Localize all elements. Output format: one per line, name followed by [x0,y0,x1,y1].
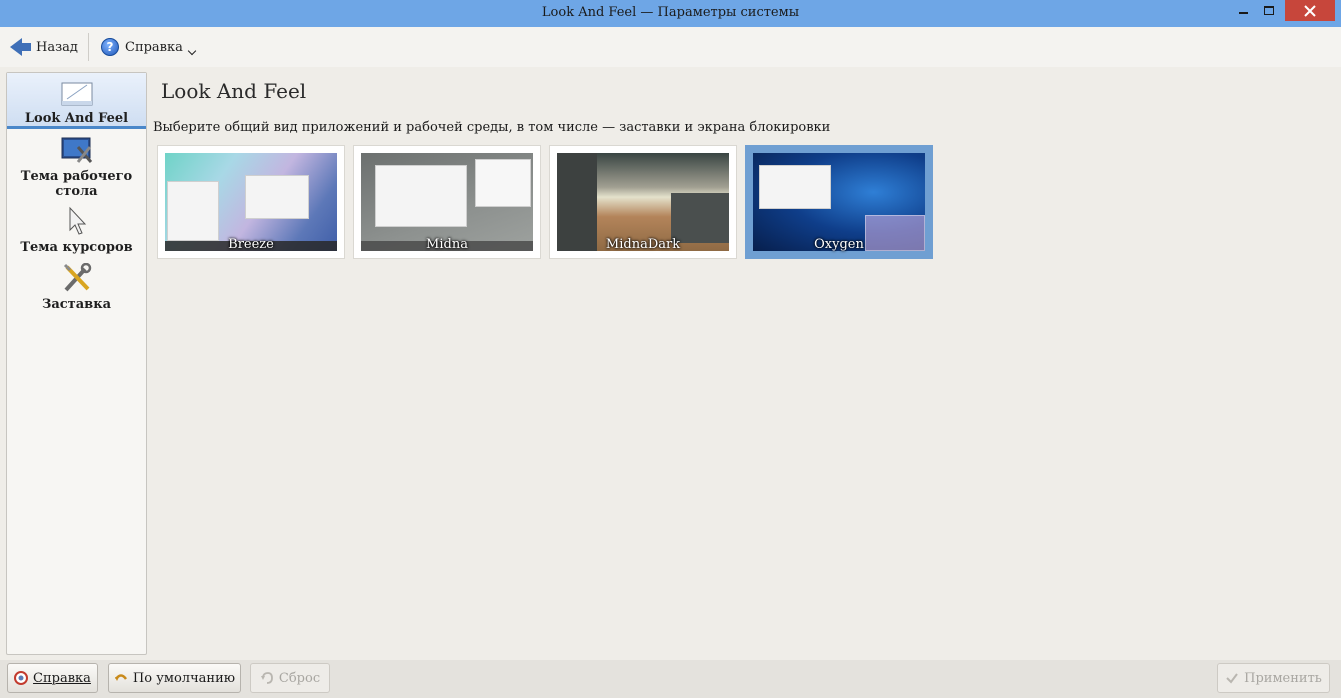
window-titlebar[interactable]: Look And Feel — Параметры системы [0,0,1341,27]
help-menu-button[interactable]: ? Справка [101,35,197,59]
sidebar-item-cursor-theme[interactable]: Тема курсоров [7,206,146,256]
theme-item-midna[interactable]: Midna [353,145,541,259]
theme-item-breeze[interactable]: Breeze [157,145,345,259]
help-lifebuoy-icon [14,671,29,685]
back-button[interactable]: Назад [10,35,78,59]
back-label: Назад [36,39,78,55]
sidebar-item-label: Заставка [41,297,112,312]
checkmark-icon [1226,673,1238,684]
maximize-button[interactable] [1257,0,1281,21]
help-button-label: Справка [33,670,91,686]
look-and-feel-icon [61,82,92,106]
sidebar-item-desktop-theme[interactable]: Тема рабочего стола [7,135,146,199]
close-icon [1304,4,1316,17]
theme-name: Midna [426,237,468,252]
theme-item-oxygen[interactable]: Oxygen [745,145,933,259]
minimize-button[interactable] [1231,0,1255,21]
cursor-icon [69,206,86,235]
window-title: Look And Feel — Параметры системы [541,5,800,20]
back-arrow-tail [22,43,31,51]
defaults-icon [114,674,127,681]
apply-button[interactable]: Применить [1217,663,1330,693]
sidebar-item-label: Тема курсоров [20,240,133,255]
chevron-down-icon [187,46,197,56]
back-arrow-icon [10,38,22,56]
sidebar-item-screensaver[interactable]: Заставка [7,263,146,313]
help-icon: ? [101,38,119,56]
desktop-theme-icon [61,137,92,163]
sidebar-item-label: Тема рабочего стола [20,169,133,199]
defaults-button[interactable]: По умолчанию [108,663,241,693]
reset-button-label: Сброс [278,670,321,686]
reset-icon [260,672,273,684]
theme-item-midnadark[interactable]: MidnaDark [549,145,737,259]
apply-button-label: Применить [1244,670,1322,686]
sidebar-item-look-and-feel[interactable]: Look And Feel [7,73,146,129]
close-button[interactable] [1285,0,1335,21]
theme-name: MidnaDark [605,237,681,252]
theme-name: Oxygen [814,237,864,252]
sidebar: Look And Feel Тема рабочего стола Тема к… [6,72,147,655]
minimize-icon [1238,11,1248,14]
help-label: Справка [125,39,183,55]
toolbar-separator [88,33,89,61]
help-button[interactable]: Справка [7,663,98,693]
theme-content: Выберите общий вид приложений и рабочей … [153,117,1335,656]
main-panel: Look And Feel Выберите общий вид приложе… [153,72,1335,656]
dialog-button-bar: Справка По умолчанию Сброс Применить [0,660,1341,698]
sidebar-item-label: Look And Feel [24,111,129,126]
tools-icon [63,263,91,292]
theme-name: Breeze [228,237,274,252]
toolbar: Назад ? Справка [0,27,1341,67]
page-title: Look And Feel [161,79,307,103]
reset-button[interactable]: Сброс [250,663,330,693]
maximize-icon [1264,6,1274,15]
page-description: Выберите общий вид приложений и рабочей … [153,120,831,135]
defaults-button-label: По умолчанию [132,670,236,686]
